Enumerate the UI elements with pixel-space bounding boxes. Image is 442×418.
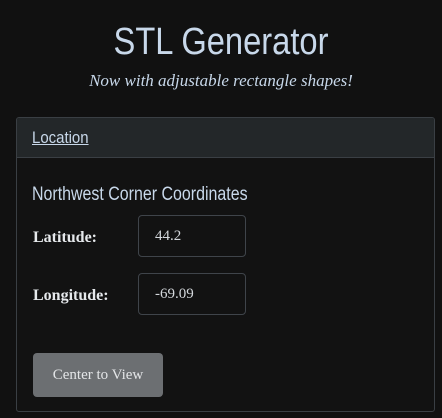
location-toggle-link[interactable]: Location	[32, 128, 89, 148]
northwest-corner-heading: Northwest Corner Coordinates	[32, 184, 248, 205]
location-panel-header: Location	[17, 118, 434, 158]
center-to-view-button[interactable]: Center to View	[33, 353, 163, 397]
latitude-input[interactable]	[138, 215, 246, 257]
app-subtitle: Now with adjustable rectangle shapes!	[89, 71, 353, 90]
longitude-input[interactable]	[138, 273, 246, 315]
longitude-label: Longitude:	[33, 287, 109, 304]
latitude-label: Latitude:	[33, 229, 97, 246]
app-title: STL Generator	[113, 21, 329, 63]
location-panel: Location Northwest Corner Coordinates La…	[16, 117, 435, 412]
